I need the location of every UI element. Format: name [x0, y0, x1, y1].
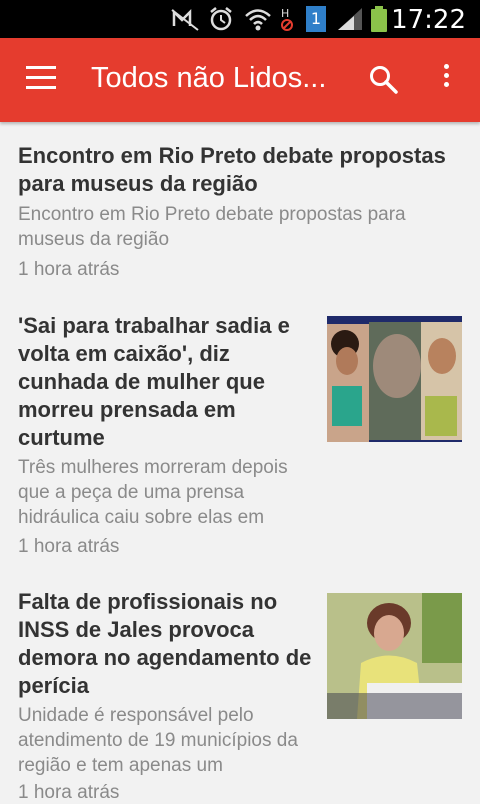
article-time: 1 hora atrás: [18, 782, 120, 803]
svg-text:H: H: [281, 7, 289, 20]
app-bar: Todos não Lidos...: [0, 38, 480, 122]
app-title: Todos não Lidos...: [91, 62, 327, 94]
menu-icon[interactable]: [26, 66, 56, 90]
wifi-icon: [245, 9, 271, 31]
search-icon[interactable]: [368, 64, 400, 96]
article-item[interactable]: Encontro em Rio Preto debate propostas p…: [0, 122, 480, 300]
muted-signal-icon: [171, 8, 199, 31]
article-title: Falta de profissionais no INSS de Jales …: [18, 589, 312, 698]
cell-signal-icon: [338, 8, 362, 30]
article-summary: Três mulheres morreram depois que a peça…: [18, 457, 288, 528]
h-signal-icon: H: [281, 7, 293, 31]
article-time: 1 hora atrás: [18, 536, 120, 557]
article-title: 'Sai para trabalhar sadia e volta em cai…: [18, 313, 290, 450]
article-item[interactable]: Falta de profissionais no INSS de Jales …: [0, 576, 480, 803]
sim-1-icon: 1: [306, 6, 326, 32]
battery-icon: [371, 6, 387, 32]
alarm-icon: [210, 7, 232, 31]
more-vert-icon[interactable]: [438, 64, 454, 96]
article-thumbnail: [327, 593, 462, 719]
article-item[interactable]: 'Sai para trabalhar sadia e volta em cai…: [0, 300, 480, 576]
article-thumbnail: [327, 316, 462, 442]
article-time: 1 hora atrás: [18, 259, 120, 280]
clock: 17:22: [391, 5, 466, 35]
article-title: Encontro em Rio Preto debate propostas p…: [18, 143, 446, 196]
article-summary: Encontro em Rio Preto debate propostas p…: [18, 204, 406, 250]
article-summary: Unidade é responsável pelo atendimento d…: [18, 705, 298, 776]
status-bar: H 1 17:22: [0, 0, 480, 38]
